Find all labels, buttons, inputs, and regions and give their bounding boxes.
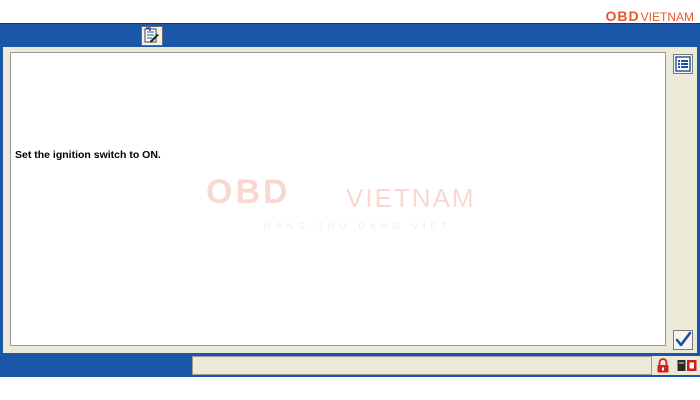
instruction-text: Set the ignition switch to ON. bbox=[15, 149, 161, 161]
title-bar bbox=[0, 23, 700, 48]
frame-left-edge bbox=[0, 47, 3, 377]
bottom-margin bbox=[0, 377, 700, 400]
list-button[interactable] bbox=[673, 54, 693, 74]
vehicle-connection-icon bbox=[677, 358, 697, 373]
message-panel: Set the ignition switch to ON. bbox=[10, 52, 666, 346]
top-margin bbox=[0, 0, 700, 23]
brand-logo: OBD VIETNAM HANG THU DANG VIET bbox=[605, 4, 694, 28]
back-page-icon[interactable] bbox=[141, 26, 163, 46]
logo-brand: OBD bbox=[605, 8, 640, 24]
status-text-field bbox=[192, 356, 652, 375]
logo-name: VIETNAM bbox=[640, 10, 694, 24]
lock-icon bbox=[656, 358, 670, 373]
checkmark-icon bbox=[675, 331, 692, 347]
ok-button[interactable] bbox=[673, 330, 693, 350]
list-icon bbox=[675, 56, 691, 72]
